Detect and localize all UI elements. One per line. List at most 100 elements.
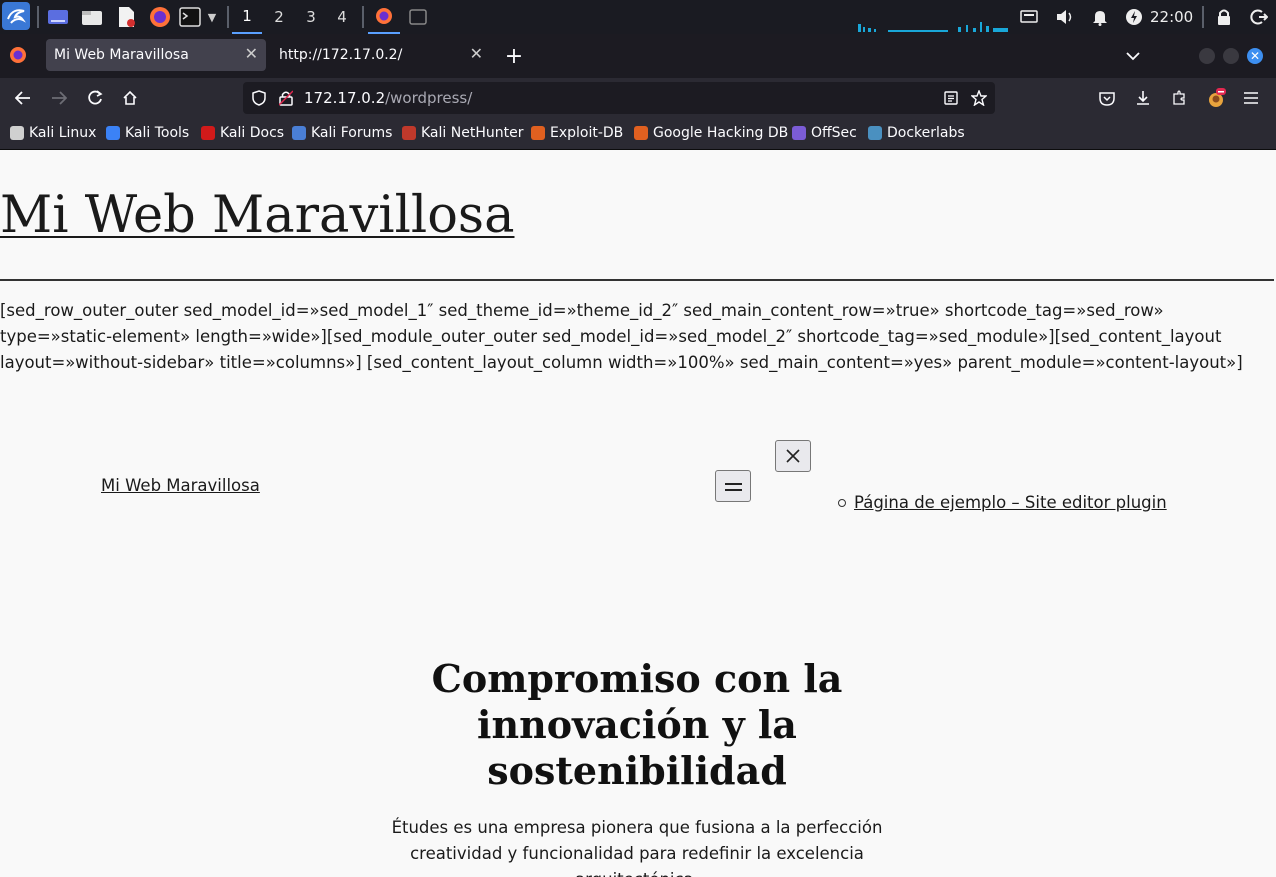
lock-screen-icon[interactable]	[1213, 5, 1235, 29]
ghdb-icon	[634, 126, 648, 140]
reload-icon[interactable]	[83, 86, 107, 110]
new-tab-icon[interactable]: +	[502, 44, 526, 69]
chevron-down-icon[interactable]: ▼	[205, 5, 219, 29]
tab-172-17-0-2[interactable]: http://172.17.0.2/ ✕	[271, 39, 491, 71]
bookmark-exploit-db[interactable]: Exploit-DB	[531, 125, 623, 141]
sample-page-link[interactable]: Página de ejemplo – Site editor plugin	[854, 493, 1167, 512]
bookmark-google-hacking-db[interactable]: Google Hacking DB	[634, 125, 788, 141]
bookmark-label: Kali Tools	[125, 125, 190, 141]
url-path: /wordpress/	[385, 89, 473, 107]
bookmark-kali-forums[interactable]: Kali Forums	[292, 125, 392, 141]
show-desktop-icon[interactable]	[46, 5, 70, 29]
hamburger-menu-icon[interactable]	[1239, 86, 1263, 110]
bookmark-label: Dockerlabs	[887, 125, 965, 141]
bookmark-label: OffSec	[811, 125, 857, 141]
bookmark-label: Google Hacking DB	[653, 125, 789, 141]
kali-menu-icon[interactable]	[2, 2, 30, 30]
kali-docs-icon	[201, 126, 215, 140]
pocket-icon[interactable]	[1095, 86, 1119, 110]
minimize-window-button[interactable]	[1199, 48, 1215, 64]
shortcode-text: [sed_row_outer_outer sed_model_id=»sed_m…	[0, 301, 1243, 372]
url-text[interactable]: 172.17.0.2/wordpress/	[304, 89, 472, 107]
desktop-panel: ▼ 1 2 3 4 22:00	[0, 0, 1276, 34]
panel-separator	[37, 6, 39, 28]
nav-menu-item: Página de ejemplo – Site editor plugin	[838, 493, 1167, 512]
forward-arrow-icon[interactable]	[47, 86, 71, 110]
tab-mi-web-maravillosa[interactable]: Mi Web Maravillosa ✕	[46, 39, 266, 71]
workspace-4[interactable]: 4	[327, 0, 357, 34]
tab-title: http://172.17.0.2/	[279, 47, 403, 63]
offsec-icon	[792, 126, 806, 140]
bookmark-label: Kali Linux	[29, 125, 97, 141]
terminal-launcher-icon[interactable]	[178, 5, 202, 29]
url-host: 172.17.0.2	[304, 89, 386, 107]
close-window-button[interactable]: ✕	[1247, 48, 1263, 64]
section-lead-text: Études es una empresa pionera que fusion…	[391, 818, 883, 877]
workspace-3[interactable]: 3	[296, 0, 326, 34]
menu-line	[725, 489, 742, 491]
panel-clock[interactable]: 22:00	[1150, 0, 1193, 34]
panel-separator	[362, 6, 364, 28]
maximize-window-button[interactable]	[1223, 48, 1239, 64]
bookmark-dockerlabs[interactable]: Dockerlabs	[868, 125, 965, 141]
firefox-view-icon[interactable]	[9, 46, 29, 66]
web-page-content: Mi Web Maravillosa [sed_row_outer_outer …	[0, 150, 1276, 877]
section-heading: Compromiso con la innovación y la sosten…	[431, 656, 843, 793]
close-icon	[786, 449, 800, 463]
insecure-lock-icon[interactable]	[274, 86, 298, 110]
url-bar[interactable]: 172.17.0.2/wordpress/	[243, 82, 995, 114]
dockerlabs-icon	[868, 126, 882, 140]
inner-site-title-link[interactable]: Mi Web Maravillosa	[101, 476, 260, 495]
cpu-graph	[858, 22, 1008, 32]
file-manager-icon[interactable]	[80, 5, 104, 29]
bookmark-label: Kali Docs	[220, 125, 285, 141]
workspace-1[interactable]: 1	[232, 0, 262, 34]
panel-separator	[227, 6, 229, 28]
bookmark-kali-nethunter[interactable]: Kali NetHunter	[402, 125, 523, 141]
display-icon[interactable]	[1018, 5, 1040, 29]
bookmark-star-icon[interactable]	[967, 86, 991, 110]
close-menu-button[interactable]	[775, 440, 811, 472]
kali-forums-icon	[292, 126, 306, 140]
kali-tools-icon	[106, 126, 120, 140]
bookmark-kali-tools[interactable]: Kali Tools	[106, 125, 189, 141]
tracking-protection-shield-icon[interactable]	[247, 86, 271, 110]
bookmarks-toolbar: Kali Linux Kali Tools Kali Docs Kali For…	[0, 118, 1276, 150]
list-all-tabs-icon[interactable]	[1121, 44, 1145, 68]
nethunter-icon	[402, 126, 416, 140]
tab-strip: Mi Web Maravillosa ✕ http://172.17.0.2/ …	[0, 34, 1276, 78]
menu-line	[725, 483, 742, 485]
bookmark-label: Kali NetHunter	[421, 125, 524, 141]
kali-dragon-icon	[10, 126, 24, 140]
bookmark-label: Exploit-DB	[550, 125, 624, 141]
workspace-2[interactable]: 2	[264, 0, 294, 34]
bookmark-offsec[interactable]: OffSec	[792, 125, 857, 141]
bookmark-label: Kali Forums	[311, 125, 393, 141]
firefox-window-button[interactable]	[368, 0, 400, 34]
list-bullet	[838, 498, 846, 507]
power-status-icon[interactable]	[1123, 5, 1145, 29]
tab-title: Mi Web Maravillosa	[54, 47, 189, 63]
text-editor-icon[interactable]	[114, 5, 138, 29]
volume-icon[interactable]	[1054, 5, 1076, 29]
reader-view-icon[interactable]	[939, 86, 963, 110]
downloads-icon[interactable]	[1131, 86, 1155, 110]
home-icon[interactable]	[118, 86, 142, 110]
close-tab-icon[interactable]: ✕	[470, 44, 483, 63]
bookmark-kali-docs[interactable]: Kali Docs	[201, 125, 284, 141]
open-menu-button[interactable]	[715, 470, 751, 502]
navigation-toolbar: 172.17.0.2/wordpress/	[0, 78, 1276, 118]
extensions-icon[interactable]	[1167, 86, 1191, 110]
firefox-launcher-icon[interactable]	[148, 5, 172, 29]
header-divider	[0, 279, 1274, 281]
back-arrow-icon[interactable]	[11, 86, 35, 110]
site-title-link[interactable]: Mi Web Maravillosa	[0, 186, 514, 245]
terminal-window-button[interactable]	[406, 5, 430, 29]
account-avatar-icon[interactable]	[1204, 86, 1228, 110]
bookmark-kali-linux[interactable]: Kali Linux	[10, 125, 96, 141]
notification-bell-icon[interactable]	[1089, 5, 1111, 29]
panel-separator	[1202, 6, 1204, 28]
close-tab-icon[interactable]: ✕	[245, 44, 258, 63]
exploit-db-icon	[531, 126, 545, 140]
logout-icon[interactable]	[1248, 5, 1270, 29]
